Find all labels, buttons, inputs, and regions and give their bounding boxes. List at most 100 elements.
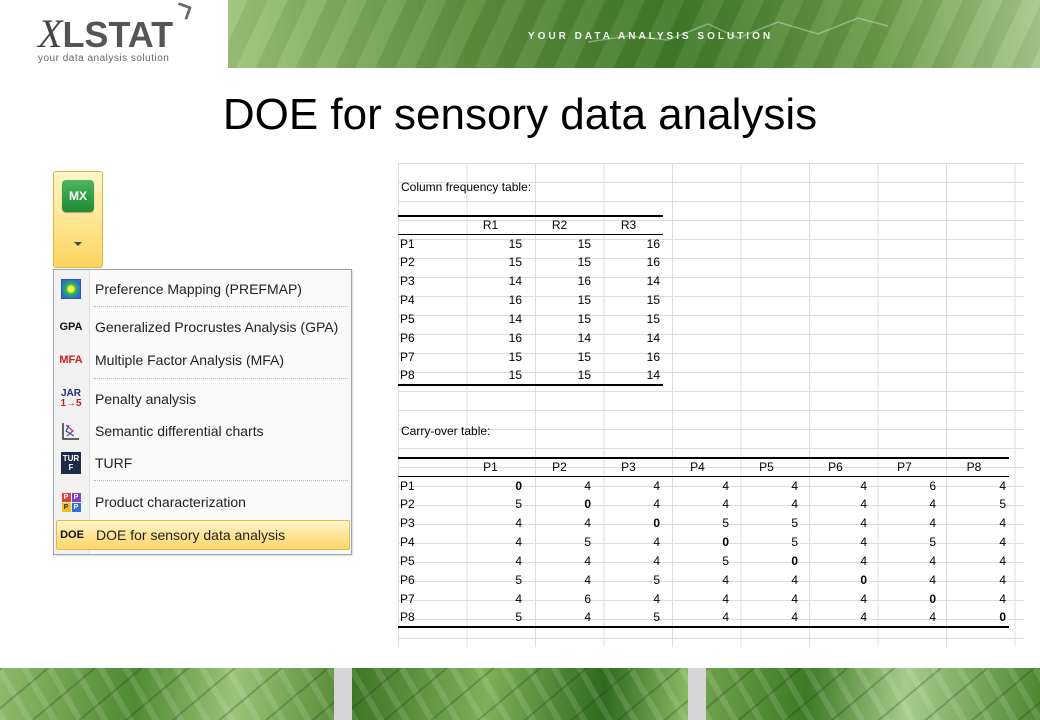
- table-cell[interactable]: 4: [870, 514, 939, 533]
- row-header-cell[interactable]: P6: [398, 570, 456, 589]
- row-header-cell[interactable]: P8: [398, 366, 456, 385]
- table-cell[interactable]: 4: [663, 476, 732, 495]
- table-cell[interactable]: 15: [525, 234, 594, 253]
- table-cell[interactable]: 15: [456, 347, 525, 366]
- table-cell[interactable]: 5: [525, 533, 594, 552]
- table-cell[interactable]: 0: [732, 552, 801, 571]
- table-cell[interactable]: 5: [870, 533, 939, 552]
- table-cell[interactable]: 15: [456, 366, 525, 385]
- table-cell[interactable]: 15: [456, 234, 525, 253]
- table-cell[interactable]: 4: [732, 476, 801, 495]
- table-cell[interactable]: 4: [870, 495, 939, 514]
- table-cell[interactable]: 4: [801, 495, 870, 514]
- table-cell[interactable]: 5: [594, 570, 663, 589]
- table-cell[interactable]: 4: [594, 476, 663, 495]
- table-cell[interactable]: 16: [594, 347, 663, 366]
- table-cell[interactable]: 0: [663, 533, 732, 552]
- row-header-cell[interactable]: P1: [398, 234, 456, 253]
- table-cell[interactable]: 15: [456, 253, 525, 272]
- table-cell[interactable]: 0: [456, 476, 525, 495]
- table-cell[interactable]: 0: [870, 589, 939, 608]
- row-header-cell[interactable]: P4: [398, 291, 456, 310]
- table-cell[interactable]: 6: [525, 589, 594, 608]
- row-header-cell[interactable]: P3: [398, 272, 456, 291]
- table-cell[interactable]: 4: [732, 495, 801, 514]
- table-cell[interactable]: 15: [525, 291, 594, 310]
- row-header-cell[interactable]: P6: [398, 328, 456, 347]
- menu-item-prefmap[interactable]: Preference Mapping (PREFMAP): [56, 274, 350, 304]
- table-cell[interactable]: 4: [594, 533, 663, 552]
- table-cell[interactable]: 0: [939, 608, 1009, 627]
- menu-item-gpa[interactable]: GPA Generalized Procrustes Analysis (GPA…: [56, 312, 350, 342]
- table-cell[interactable]: 15: [594, 310, 663, 329]
- table-cell[interactable]: 4: [801, 533, 870, 552]
- table-cell[interactable]: 4: [801, 589, 870, 608]
- table-cell[interactable]: 14: [456, 272, 525, 291]
- table-cell[interactable]: 14: [456, 310, 525, 329]
- table-cell[interactable]: 14: [594, 272, 663, 291]
- table-cell[interactable]: 4: [732, 589, 801, 608]
- table-cell[interactable]: 16: [594, 253, 663, 272]
- table-cell[interactable]: 6: [870, 476, 939, 495]
- table-cell[interactable]: 4: [870, 570, 939, 589]
- table-cell[interactable]: 4: [939, 476, 1009, 495]
- table-cell[interactable]: 15: [594, 291, 663, 310]
- row-header-cell[interactable]: P2: [398, 495, 456, 514]
- table-cell[interactable]: 4: [801, 552, 870, 571]
- table-cell[interactable]: 4: [525, 476, 594, 495]
- table-cell[interactable]: 5: [663, 514, 732, 533]
- row-header-cell[interactable]: P5: [398, 552, 456, 571]
- row-header-cell[interactable]: P1: [398, 476, 456, 495]
- table-cell[interactable]: 5: [594, 608, 663, 627]
- table-cell[interactable]: 4: [939, 514, 1009, 533]
- menu-item-product-characterization[interactable]: P P P P Product characterization: [56, 487, 350, 517]
- table-cell[interactable]: 5: [456, 570, 525, 589]
- menu-item-doe-sensory[interactable]: DOE DOE for sensory data analysis: [56, 520, 350, 550]
- table-cell[interactable]: 4: [663, 589, 732, 608]
- table-cell[interactable]: 4: [801, 476, 870, 495]
- table-cell[interactable]: 4: [939, 589, 1009, 608]
- table-cell[interactable]: 5: [456, 608, 525, 627]
- table-cell[interactable]: 4: [801, 514, 870, 533]
- table-cell[interactable]: 16: [456, 291, 525, 310]
- table-cell[interactable]: 0: [801, 570, 870, 589]
- table-cell[interactable]: 4: [525, 608, 594, 627]
- table-cell[interactable]: 5: [456, 495, 525, 514]
- table-cell[interactable]: 5: [732, 514, 801, 533]
- table-cell[interactable]: 14: [594, 328, 663, 347]
- table-cell[interactable]: 4: [525, 514, 594, 533]
- row-header-cell[interactable]: P5: [398, 310, 456, 329]
- table-cell[interactable]: 4: [456, 514, 525, 533]
- chevron-down-icon[interactable]: [74, 242, 82, 246]
- table-cell[interactable]: 16: [525, 272, 594, 291]
- table-cell[interactable]: 4: [732, 570, 801, 589]
- table-cell[interactable]: 4: [801, 608, 870, 627]
- row-header-cell[interactable]: P2: [398, 253, 456, 272]
- table-cell[interactable]: 15: [525, 310, 594, 329]
- menu-item-mfa[interactable]: MFA Multiple Factor Analysis (MFA): [56, 345, 350, 375]
- table-cell[interactable]: 4: [939, 552, 1009, 571]
- row-header-cell[interactable]: P8: [398, 608, 456, 627]
- table-cell[interactable]: 16: [456, 328, 525, 347]
- table-cell[interactable]: 4: [870, 552, 939, 571]
- table-cell[interactable]: 15: [525, 347, 594, 366]
- table-cell[interactable]: 16: [594, 234, 663, 253]
- table-cell[interactable]: 4: [594, 495, 663, 514]
- table-cell[interactable]: 0: [525, 495, 594, 514]
- table-cell[interactable]: 5: [663, 552, 732, 571]
- table-cell[interactable]: 4: [456, 552, 525, 571]
- table-cell[interactable]: 4: [939, 533, 1009, 552]
- row-header-cell[interactable]: P4: [398, 533, 456, 552]
- table-cell[interactable]: 0: [594, 514, 663, 533]
- row-header-cell[interactable]: P3: [398, 514, 456, 533]
- table-cell[interactable]: 4: [732, 608, 801, 627]
- table-cell[interactable]: 14: [525, 328, 594, 347]
- row-header-cell[interactable]: P7: [398, 589, 456, 608]
- menu-item-penalty-analysis[interactable]: JAR 1→5 Penalty analysis: [56, 384, 350, 414]
- table-cell[interactable]: 15: [525, 253, 594, 272]
- table-cell[interactable]: 4: [525, 570, 594, 589]
- menu-item-semantic-differential[interactable]: Semantic differential charts: [56, 416, 350, 446]
- table-cell[interactable]: 4: [594, 589, 663, 608]
- row-header-cell[interactable]: P7: [398, 347, 456, 366]
- table-cell[interactable]: 4: [870, 608, 939, 627]
